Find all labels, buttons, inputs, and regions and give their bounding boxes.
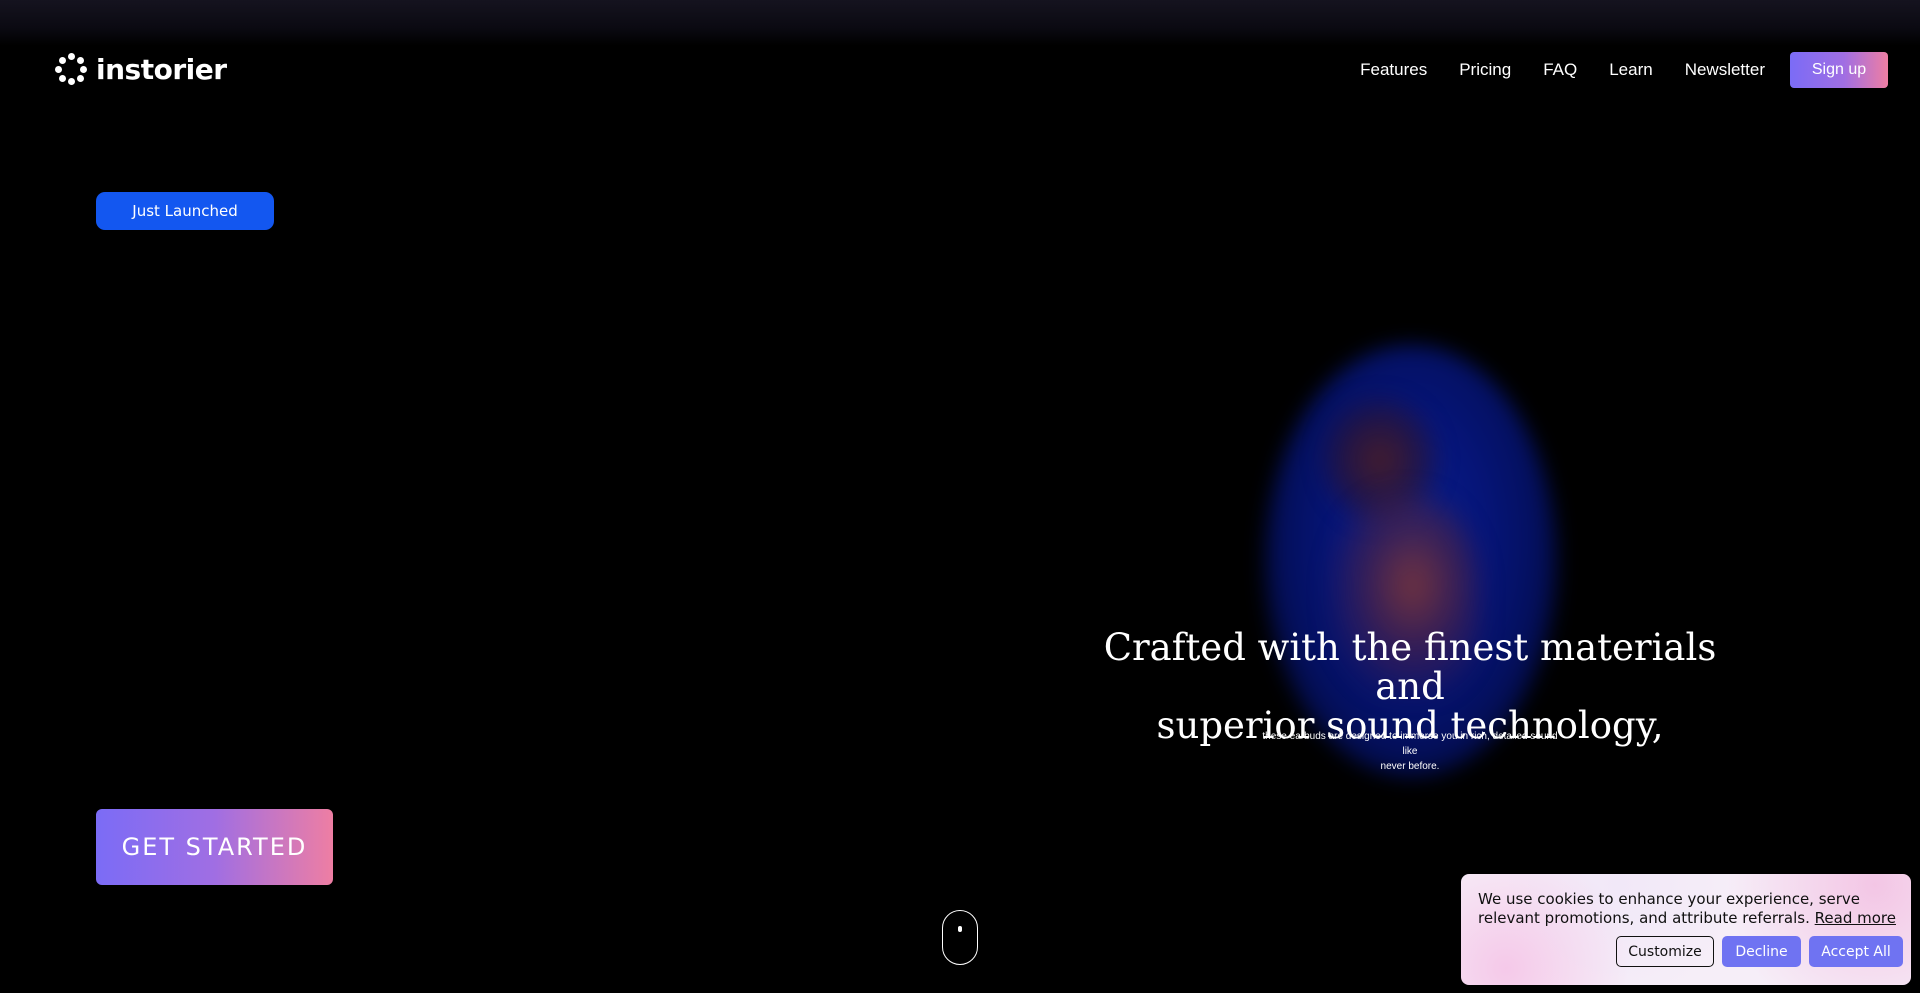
cookie-accept-button[interactable]: Accept All	[1809, 936, 1903, 967]
hero-subtitle: these earbuds are designed to immerse yo…	[1260, 729, 1560, 774]
cookie-message-text: We use cookies to enhance your experienc…	[1478, 890, 1861, 927]
brand-name: instorier	[96, 52, 227, 86]
nav-newsletter[interactable]: Newsletter	[1685, 60, 1765, 80]
just-launched-badge: Just Launched	[96, 192, 274, 230]
page: instorier Features Pricing FAQ Learn New…	[0, 0, 1920, 993]
get-started-button[interactable]: GET STARTED	[96, 809, 333, 885]
scroll-wheel-dot	[958, 926, 962, 932]
nav-faq[interactable]: FAQ	[1543, 60, 1577, 80]
cookie-customize-button[interactable]: Customize	[1616, 936, 1714, 967]
nav-features[interactable]: Features	[1360, 60, 1427, 80]
cookie-read-more-link[interactable]: Read more	[1815, 909, 1896, 927]
cookie-message: We use cookies to enhance your experienc…	[1478, 890, 1903, 928]
brand-logo[interactable]: instorier	[55, 50, 227, 88]
hero-subtitle-line-1: these earbuds are designed to immerse yo…	[1262, 731, 1558, 757]
cookie-actions: Customize Decline Accept All	[1616, 936, 1903, 967]
hero-title: Crafted with the finest materials and su…	[1080, 628, 1740, 745]
hero-subtitle-line-2: never before.	[1380, 761, 1440, 772]
cookie-banner: We use cookies to enhance your experienc…	[1461, 874, 1911, 985]
signup-button[interactable]: Sign up	[1790, 52, 1888, 88]
scroll-mouse-icon[interactable]	[942, 910, 978, 965]
top-fade	[0, 0, 1920, 46]
nav-learn[interactable]: Learn	[1609, 60, 1652, 80]
main-nav: Features Pricing FAQ Learn Newsletter Si…	[1360, 52, 1888, 88]
nav-pricing[interactable]: Pricing	[1459, 60, 1511, 80]
hero-title-line-1: Crafted with the finest materials and	[1103, 626, 1717, 708]
instorier-logo-icon	[55, 53, 87, 85]
cookie-decline-button[interactable]: Decline	[1722, 936, 1801, 967]
